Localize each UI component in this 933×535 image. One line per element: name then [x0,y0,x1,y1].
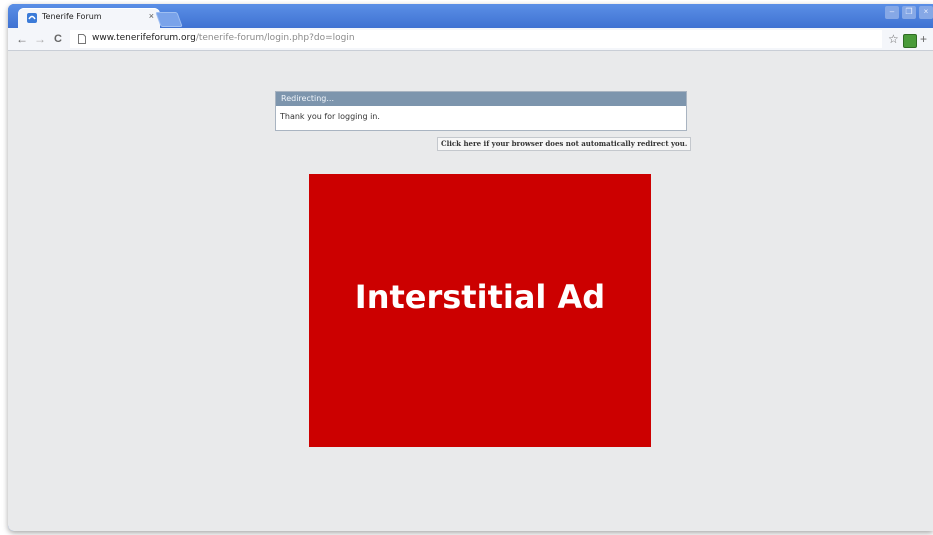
minimize-button[interactable]: – [885,6,899,19]
title-bar: Tenerife Forum × – ❐ × [8,4,933,28]
back-arrow-icon[interactable]: ← [16,31,28,47]
url-host: www.tenerifeforum.org [92,33,196,43]
maximize-button[interactable]: ❐ [902,6,916,19]
tab-title: Tenerife Forum [42,12,102,21]
forward-arrow-icon[interactable]: → [34,31,46,47]
ad-label: Interstitial Ad [354,278,606,316]
address-bar[interactable]: www.tenerifeforum.org/tenerife-forum/log… [70,30,882,48]
redirect-link[interactable]: Click here if your browser does not auto… [437,137,692,151]
page-icon [78,34,86,44]
window-controls: – ❐ × [873,6,933,22]
reload-icon[interactable]: C [54,31,62,47]
url-text[interactable]: www.tenerifeforum.org/tenerife-forum/log… [92,33,355,43]
close-window-button[interactable]: × [919,6,933,19]
interstitial-ad[interactable]: Interstitial Ad [309,174,651,447]
redirect-panel: Redirecting... Thank you for logging in. [275,91,687,131]
url-path: /tenerife-forum/login.php?do=login [195,33,355,43]
extension-icon[interactable] [903,34,917,48]
tab-tenerife-forum[interactable]: Tenerife Forum × [18,8,160,28]
forum-favicon-icon [27,13,37,23]
redirect-message: Thank you for logging in. [280,112,380,121]
browser-toolbar: ← → C www.tenerifeforum.org/tenerife-for… [8,28,933,51]
tab-close-icon[interactable]: × [149,11,154,21]
new-tab-button[interactable] [155,12,183,27]
page-content: Redirecting... Thank you for logging in.… [8,51,933,531]
redirect-title: Redirecting... [276,92,686,106]
menu-icon[interactable]: + [920,31,927,47]
browser-window: Tenerife Forum × – ❐ × ← → C www.tenerif… [8,4,933,531]
bookmark-star-icon[interactable]: ☆ [888,32,899,46]
